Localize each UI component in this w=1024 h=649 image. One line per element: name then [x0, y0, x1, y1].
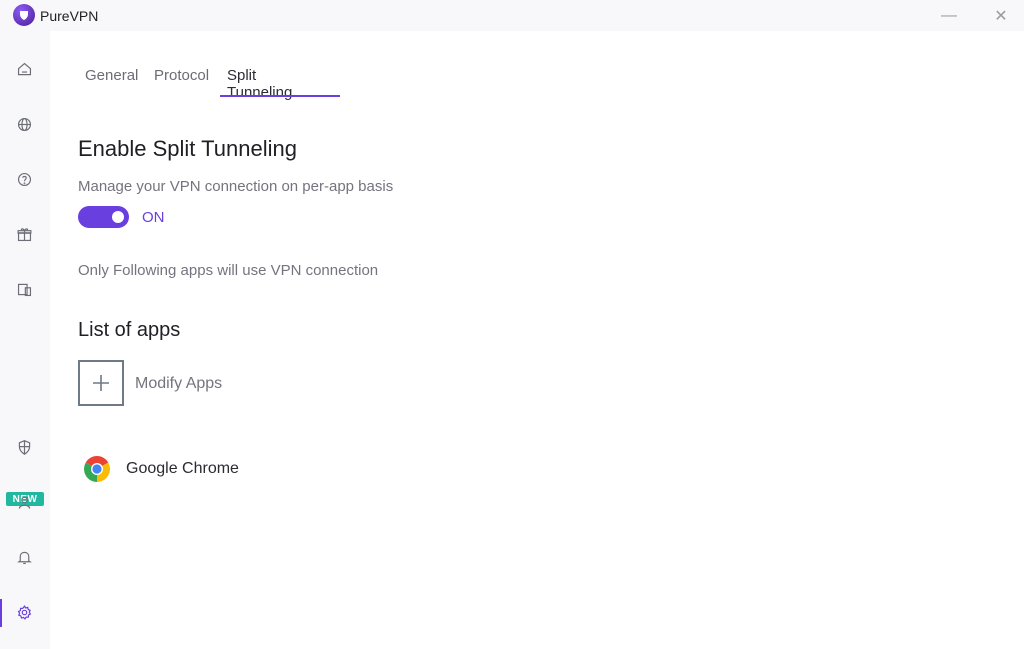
tab-general[interactable]: General: [78, 64, 145, 98]
apps-list-heading: List of apps: [78, 319, 181, 341]
active-tab-underline: [220, 95, 340, 97]
sidebar-item-devices[interactable]: [14, 279, 34, 299]
close-button[interactable]: ✕: [978, 0, 1024, 31]
modify-apps-button[interactable]: [78, 360, 124, 406]
split-tunneling-description: Manage your VPN connection on per-app ba…: [78, 178, 394, 195]
title-bar: PureVPN — ✕: [0, 0, 1024, 31]
vpn-apps-note: Only Following apps will use VPN connect…: [78, 262, 379, 279]
globe-icon: [17, 117, 31, 131]
sidebar-item-account[interactable]: [14, 492, 34, 512]
sidebar-item-security[interactable]: [14, 437, 34, 457]
sidebar-item-rewards[interactable]: [14, 224, 34, 244]
toggle-knob: [112, 211, 124, 223]
app-title: PureVPN: [40, 8, 99, 24]
user-icon: [18, 496, 30, 509]
shield-icon: [18, 439, 30, 455]
close-icon: ✕: [994, 7, 1008, 25]
toggle-state-label: ON: [142, 209, 165, 226]
tab-protocol[interactable]: Protocol: [147, 64, 216, 98]
gift-icon: [17, 227, 31, 241]
active-indicator: [0, 599, 2, 627]
split-tunneling-toggle[interactable]: [78, 206, 129, 228]
plus-icon: [93, 375, 109, 391]
sidebar-item-settings[interactable]: [14, 602, 34, 622]
minimize-icon: —: [941, 6, 957, 24]
minimize-button[interactable]: —: [926, 0, 972, 31]
sidebar-item-notifications[interactable]: [14, 547, 34, 567]
app-list-item-name: Google Chrome: [126, 460, 239, 477]
page-title: Enable Split Tunneling: [78, 136, 297, 161]
chrome-icon: [84, 456, 110, 482]
sidebar: NEW: [0, 31, 50, 649]
devices-icon: [17, 283, 31, 296]
sidebar-item-locations[interactable]: [14, 114, 34, 134]
sidebar-item-help[interactable]: [14, 169, 34, 189]
gear-icon: [17, 604, 31, 620]
help-icon: [17, 172, 31, 186]
purevpn-logo-icon: [13, 4, 35, 26]
sidebar-item-home[interactable]: [14, 59, 34, 79]
home-icon: [17, 62, 31, 75]
tab-split-tunneling[interactable]: Split Tunneling: [220, 64, 299, 101]
bell-icon: [16, 551, 32, 564]
modify-apps-label[interactable]: Modify Apps: [135, 375, 222, 393]
